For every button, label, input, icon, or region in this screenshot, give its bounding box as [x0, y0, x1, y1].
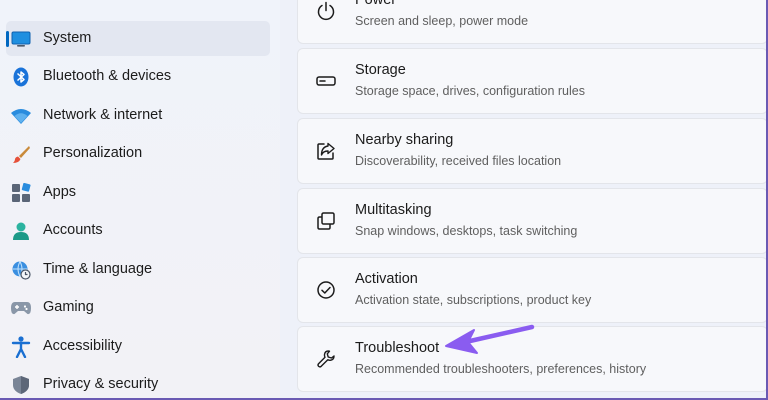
gamepad-icon: [10, 297, 32, 319]
sidebar-item-label: Network & internet: [43, 107, 163, 123]
sidebar-item-bluetooth[interactable]: Bluetooth & devices: [6, 59, 270, 94]
sidebar-item-label: System: [43, 30, 92, 46]
settings-card-troubleshoot[interactable]: Troubleshoot Recommended troubleshooters…: [297, 326, 768, 392]
sidebar-item-label: Gaming: [43, 299, 94, 315]
brush-icon: [10, 143, 32, 165]
sidebar-item-accounts[interactable]: Accounts: [6, 213, 270, 248]
sidebar-item-label: Time & language: [43, 261, 153, 277]
card-subtitle: Screen and sleep, power mode: [355, 14, 529, 28]
sidebar-item-privacy-security[interactable]: Privacy & security: [6, 367, 270, 400]
sidebar-item-label: Personalization: [43, 145, 143, 161]
sidebar-item-label: Privacy & security: [43, 376, 159, 392]
card-title: Nearby sharing: [355, 132, 454, 148]
card-title: Activation: [355, 271, 418, 287]
monitor-icon: [10, 28, 32, 50]
sidebar-item-system[interactable]: System: [6, 21, 270, 56]
settings-card-storage[interactable]: Storage Storage space, drives, configura…: [297, 48, 768, 114]
sidebar-item-label: Accessibility: [43, 338, 122, 354]
card-subtitle: Discoverability, received files location: [355, 154, 562, 168]
sidebar-item-label: Apps: [43, 184, 77, 200]
accessibility-icon: [10, 336, 32, 358]
card-subtitle: Activation state, subscriptions, product…: [355, 293, 592, 307]
globe-clock-icon: [10, 259, 32, 281]
sidebar-item-accessibility[interactable]: Accessibility: [6, 329, 270, 364]
sidebar-item-gaming[interactable]: Gaming: [6, 290, 270, 325]
card-title: Troubleshoot: [355, 340, 440, 356]
sidebar: System Bluetooth & devices Network & int…: [0, 0, 280, 400]
power-icon: [314, 0, 338, 23]
card-title: Power: [355, 0, 397, 8]
checkmark-circle-icon: [314, 278, 338, 302]
wifi-icon: [10, 105, 32, 127]
storage-icon: [314, 69, 338, 93]
sidebar-item-personalization[interactable]: Personalization: [6, 136, 270, 171]
wrench-icon: [314, 347, 338, 371]
person-icon: [10, 220, 32, 242]
sidebar-item-network[interactable]: Network & internet: [6, 98, 270, 133]
sidebar-item-apps[interactable]: Apps: [6, 175, 270, 210]
settings-card-activation[interactable]: Activation Activation state, subscriptio…: [297, 257, 768, 323]
settings-card-power[interactable]: Power Screen and sleep, power mode: [297, 0, 768, 44]
sidebar-item-label: Accounts: [43, 222, 103, 238]
shield-icon: [10, 374, 32, 396]
sidebar-item-time-language[interactable]: Time & language: [6, 252, 270, 287]
multitasking-icon: [314, 209, 338, 233]
settings-card-multitasking[interactable]: Multitasking Snap windows, desktops, tas…: [297, 188, 768, 254]
share-icon: [314, 139, 338, 163]
settings-card-nearby-sharing[interactable]: Nearby sharing Discoverability, received…: [297, 118, 768, 184]
card-subtitle: Snap windows, desktops, task switching: [355, 224, 578, 238]
card-title: Multitasking: [355, 202, 432, 218]
card-title: Storage: [355, 62, 406, 78]
bluetooth-icon: [10, 66, 32, 88]
sidebar-item-label: Bluetooth & devices: [43, 68, 172, 84]
card-subtitle: Storage space, drives, configuration rul…: [355, 84, 585, 98]
card-subtitle: Recommended troubleshooters, preferences…: [355, 362, 647, 376]
system-settings-list: Power Screen and sleep, power mode Stora…: [280, 0, 768, 400]
apps-icon: [10, 182, 32, 204]
